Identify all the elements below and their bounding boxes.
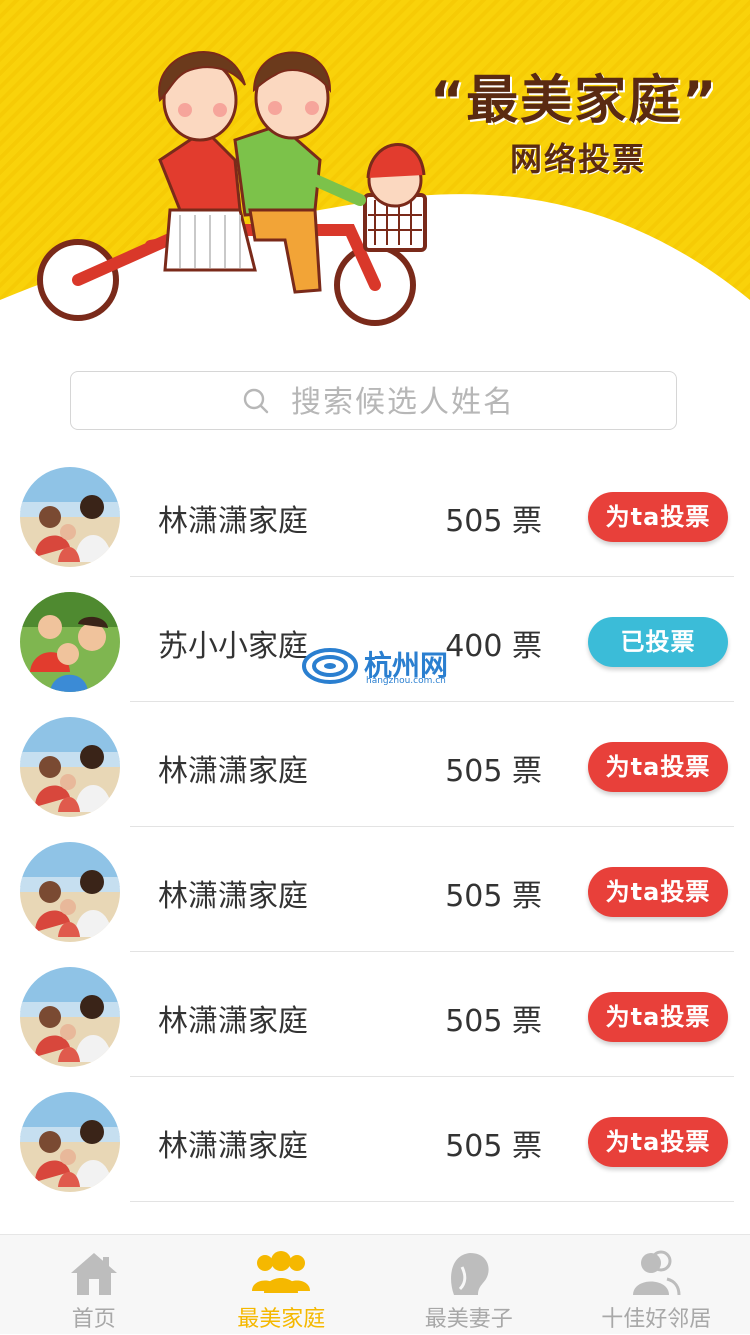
- family-bicycle-illustration: [30, 30, 440, 335]
- candidate-name: 林潇潇家庭: [158, 746, 308, 790]
- voted-button[interactable]: 已投票: [588, 617, 728, 667]
- candidate-name: 林潇潇家庭: [158, 1121, 308, 1165]
- tab-label-home: 首页: [0, 1301, 188, 1333]
- candidate-avatar: [20, 592, 120, 692]
- banner-subtitle: 网络投票: [510, 134, 646, 180]
- search-icon: [243, 388, 269, 414]
- candidate-name: 林潇潇家庭: [158, 496, 308, 540]
- candidate-row: 林潇潇家庭 505 票 为ta投票: [0, 827, 750, 952]
- hangzhou-logo-icon: [300, 640, 360, 690]
- tab-home[interactable]: 首页: [0, 1235, 188, 1335]
- candidate-name: 林潇潇家庭: [158, 871, 308, 915]
- tab-label-top-neighbors: 十佳好邻居: [563, 1301, 750, 1333]
- candidate-avatar: [20, 717, 120, 817]
- candidate-list: 林潇潇家庭505 票为ta投票苏小小家庭400 票已投票林潇潇家庭505 票为t…: [0, 452, 750, 1202]
- candidate-vote-count: 505 票: [445, 871, 542, 915]
- vote-button[interactable]: 为ta投票: [588, 742, 728, 792]
- candidate-vote-count: 505 票: [445, 496, 542, 540]
- candidate-row: 林潇潇家庭 505 票 为ta投票: [0, 952, 750, 1077]
- home-icon: [67, 1249, 121, 1297]
- watermark-domain: hangzhou.com.cn: [366, 676, 446, 686]
- candidate-vote-count: 505 票: [445, 746, 542, 790]
- candidate-avatar: [20, 967, 120, 1067]
- bottom-tab-bar: 首页 最美家庭 最美妻子 十佳好邻居: [0, 1234, 750, 1334]
- neighbors-icon: [631, 1249, 681, 1297]
- candidate-vote-count: 505 票: [445, 1121, 542, 1165]
- candidate-avatar: [20, 1092, 120, 1192]
- candidate-avatar: [20, 467, 120, 567]
- tab-best-family[interactable]: 最美家庭: [188, 1235, 376, 1335]
- candidate-row: 林潇潇家庭 505 票 为ta投票: [0, 452, 750, 577]
- vote-button[interactable]: 为ta投票: [588, 1117, 728, 1167]
- candidate-name: 林潇潇家庭: [158, 996, 308, 1040]
- candidate-row: 林潇潇家庭 505 票 为ta投票: [0, 702, 750, 827]
- candidate-name: 苏小小家庭: [158, 621, 308, 665]
- woman-profile-icon: [444, 1249, 494, 1297]
- hero-banner: “最美家庭” 网络投票: [0, 0, 750, 345]
- candidate-row: 林潇潇家庭 505 票 为ta投票: [0, 1077, 750, 1202]
- candidate-vote-count: 505 票: [445, 996, 542, 1040]
- tab-best-wife[interactable]: 最美妻子: [375, 1235, 563, 1335]
- tab-top-neighbors[interactable]: 十佳好邻居: [563, 1235, 750, 1335]
- vote-button[interactable]: 为ta投票: [588, 867, 728, 917]
- search-bar[interactable]: [70, 371, 677, 430]
- family-group-icon: [250, 1249, 312, 1295]
- tab-label-best-wife: 最美妻子: [375, 1301, 563, 1333]
- vote-button[interactable]: 为ta投票: [588, 992, 728, 1042]
- tab-label-best-family: 最美家庭: [188, 1301, 376, 1333]
- row-divider: [130, 1201, 734, 1202]
- search-input[interactable]: [289, 380, 653, 424]
- vote-button[interactable]: 为ta投票: [588, 492, 728, 542]
- hangzhou-watermark: 杭州网 hangzhou.com.cn: [300, 640, 460, 695]
- banner-title: “最美家庭”: [430, 58, 730, 133]
- candidate-avatar: [20, 842, 120, 942]
